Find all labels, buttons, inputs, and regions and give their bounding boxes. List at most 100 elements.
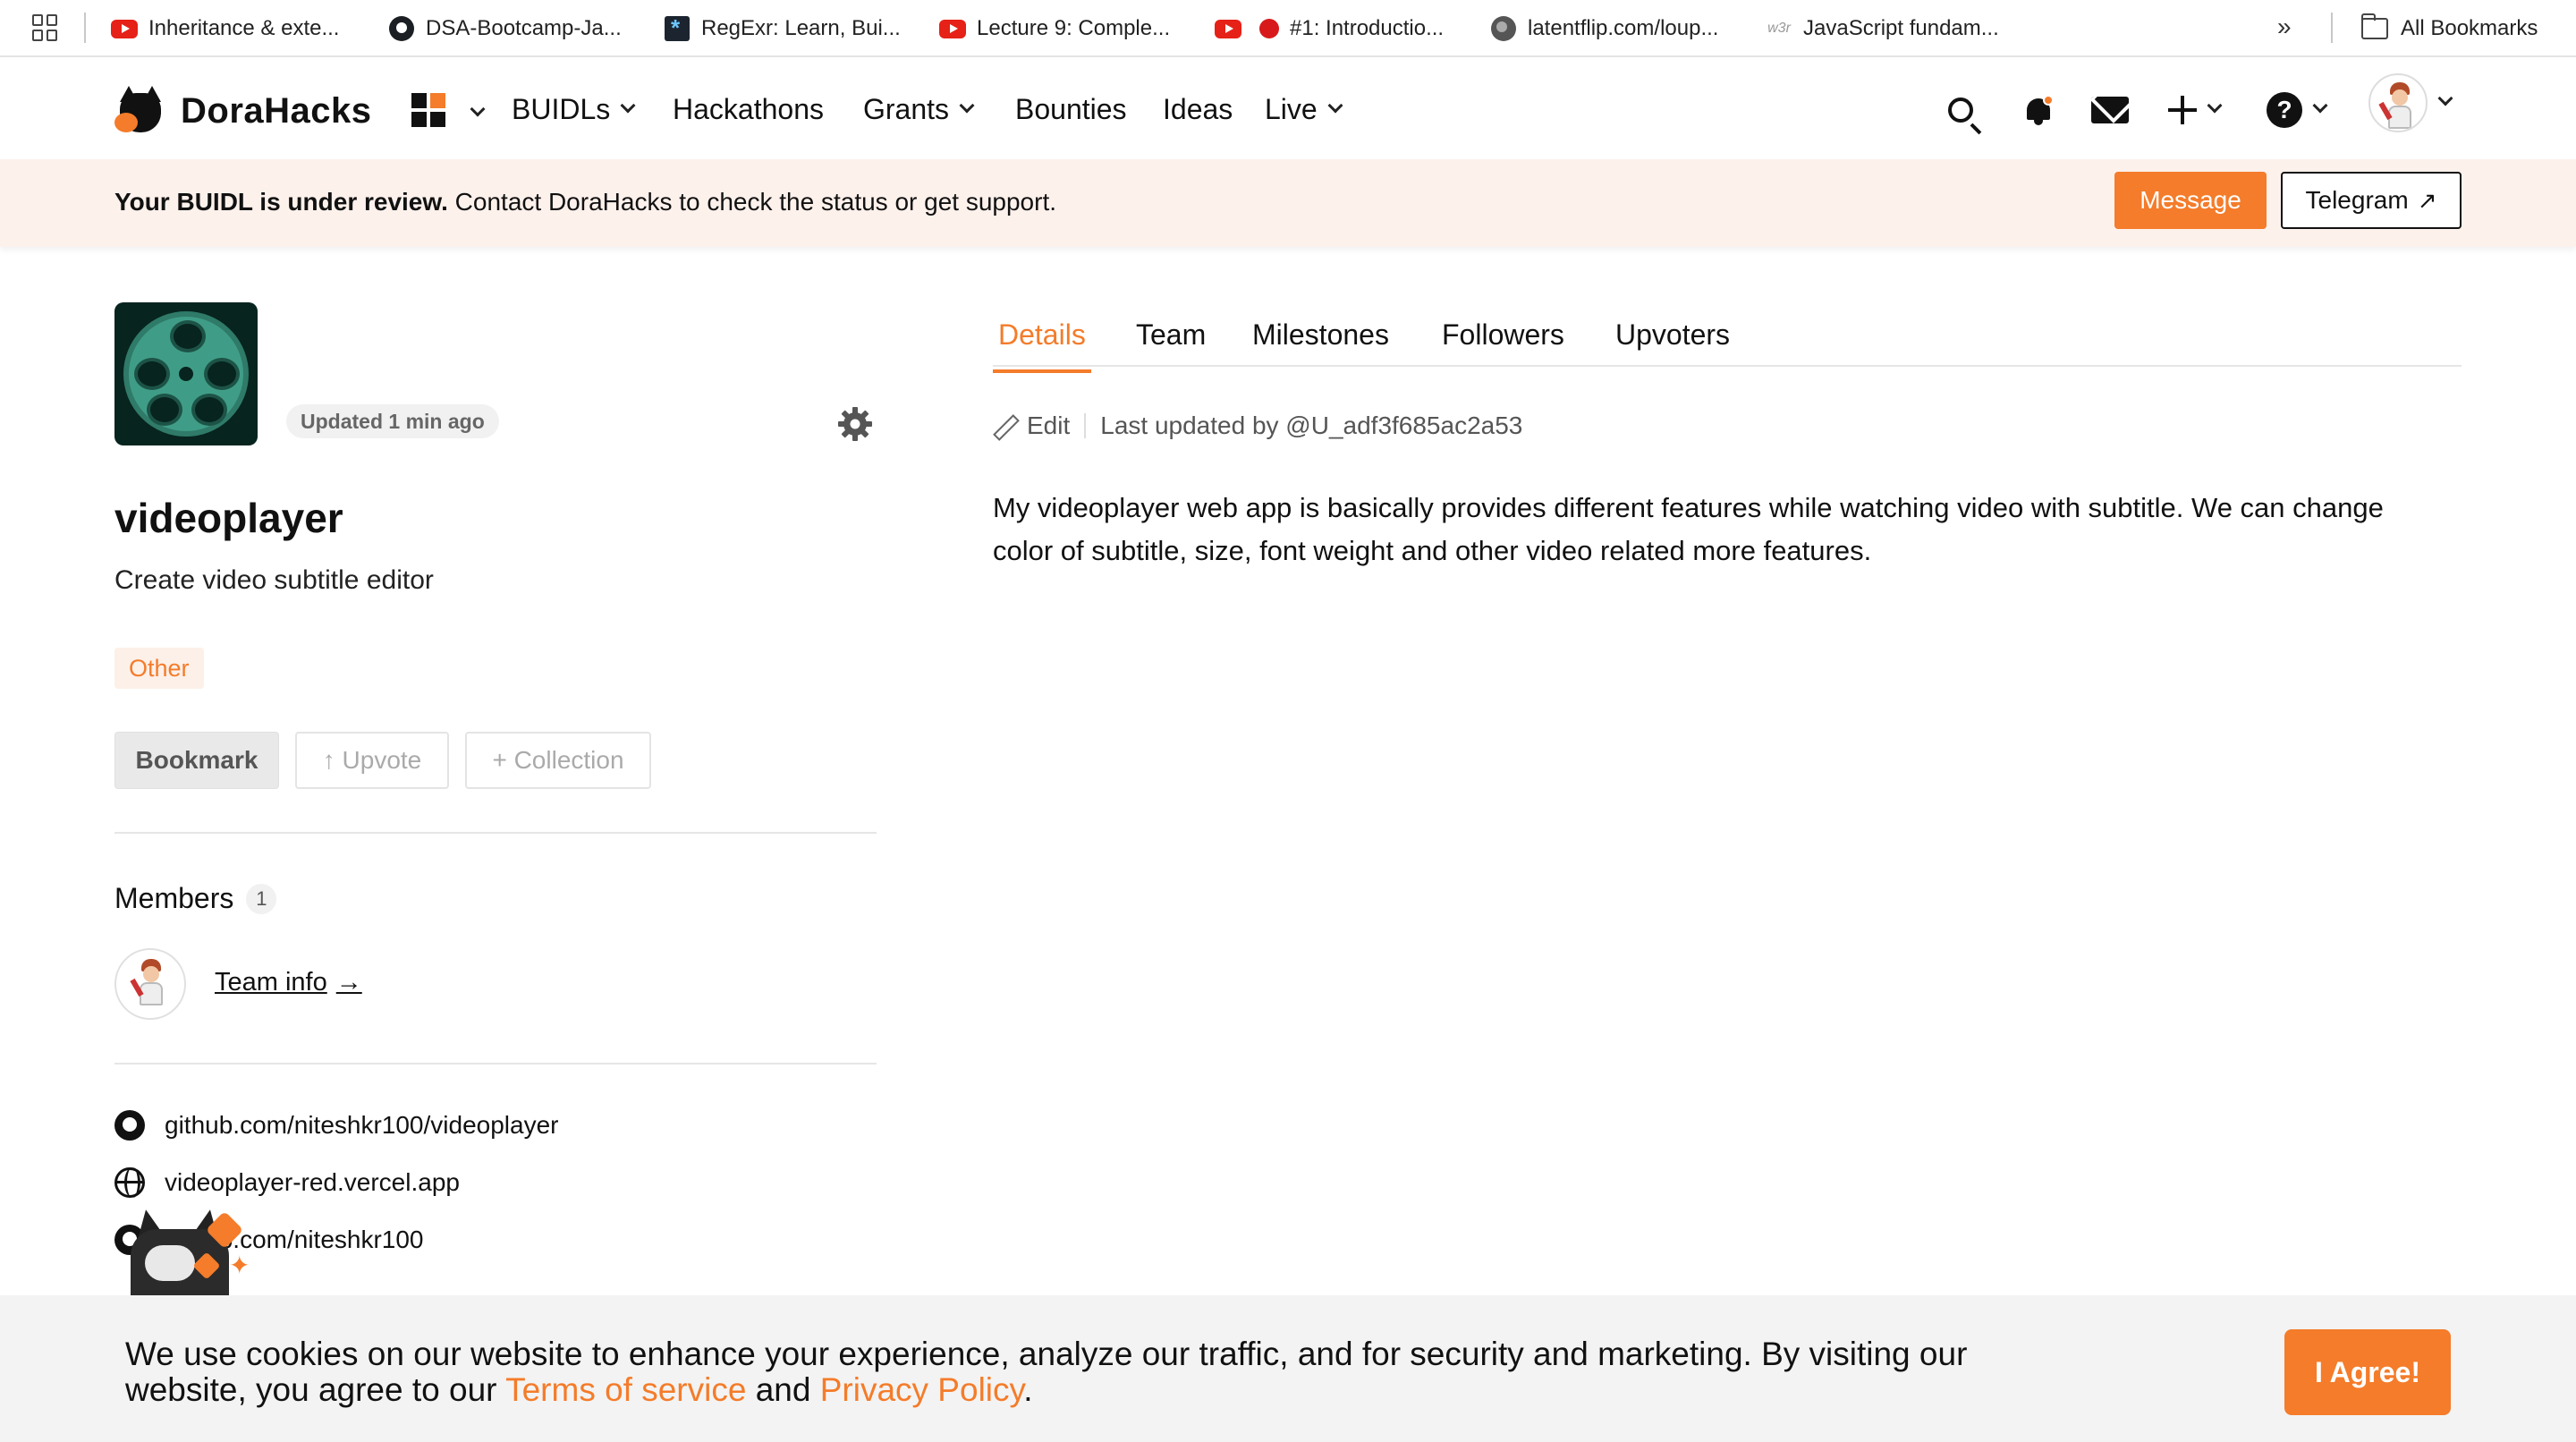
tab-details[interactable]: Details bbox=[993, 318, 1091, 373]
edit-row: Edit Last updated by @U_adf3f685ac2a53 bbox=[993, 411, 1522, 440]
members-heading: Members 1 bbox=[114, 882, 277, 915]
nav-buidls-label: BUIDLs bbox=[512, 93, 611, 125]
tab-team[interactable]: Team bbox=[1136, 318, 1206, 369]
upvote-button[interactable]: ↑ Upvote bbox=[295, 732, 449, 789]
bookmark-label: JavaScript fundam... bbox=[1803, 16, 1999, 40]
bookmark-item[interactable]: w3r JavaScript fundam... bbox=[1766, 11, 1999, 47]
last-updated-text: Last updated by @U_adf3f685ac2a53 bbox=[1100, 411, 1523, 439]
team-info-link[interactable]: Team info → bbox=[215, 968, 362, 997]
search-button[interactable] bbox=[1948, 88, 1973, 132]
record-dot-icon bbox=[1259, 19, 1279, 38]
bookmark-label: Lecture 9: Comple... bbox=[977, 16, 1171, 40]
project-title: videoplayer bbox=[114, 495, 343, 541]
w3r-icon: w3r bbox=[1767, 21, 1791, 36]
tab-followers[interactable]: Followers bbox=[1442, 318, 1564, 369]
message-button[interactable]: Message bbox=[2114, 172, 2267, 229]
nav-grants-label: Grants bbox=[863, 93, 950, 125]
external-link-icon: ↗ bbox=[2417, 186, 2437, 214]
youtube-icon bbox=[111, 15, 138, 42]
terms-link[interactable]: Terms of service bbox=[505, 1371, 746, 1408]
dorahacks-logo[interactable]: DoraHacks bbox=[114, 84, 372, 138]
nav-bounties[interactable]: Bounties bbox=[1015, 93, 1127, 126]
bookmark-item[interactable]: latentflip.com/loup... bbox=[1490, 11, 1718, 47]
pencil-icon[interactable] bbox=[993, 413, 1018, 438]
bookmark-item[interactable]: RegExr: Learn, Bui... bbox=[664, 11, 901, 47]
chevron-down-icon[interactable] bbox=[470, 101, 486, 117]
messages-button[interactable] bbox=[2091, 88, 2129, 132]
nav-bounties-label: Bounties bbox=[1015, 93, 1127, 125]
top-navigation: DoraHacks BUIDLs Hackathons Grants Bount… bbox=[0, 57, 2576, 159]
nav-grants[interactable]: Grants bbox=[863, 93, 975, 126]
section-divider bbox=[114, 1063, 877, 1065]
chevron-down-icon bbox=[2312, 98, 2328, 114]
products-grid-icon[interactable] bbox=[411, 93, 445, 127]
cookie-message: We use cookies on our website to enhance… bbox=[125, 1336, 1968, 1408]
notifications-button[interactable] bbox=[2025, 88, 2054, 132]
youtube-icon bbox=[1215, 15, 1241, 42]
help-menu-button[interactable]: ? bbox=[2267, 88, 2328, 132]
nav-live[interactable]: Live bbox=[1265, 93, 1343, 126]
bookmark-item[interactable]: Lecture 9: Comple... bbox=[939, 11, 1170, 47]
nav-hackathons[interactable]: Hackathons bbox=[673, 93, 824, 126]
bookmark-label: RegExr: Learn, Bui... bbox=[701, 16, 901, 40]
agree-button[interactable]: I Agree! bbox=[2284, 1329, 2451, 1415]
chevron-down-icon bbox=[959, 98, 975, 113]
chevron-down-icon bbox=[620, 98, 636, 113]
bookmark-label: #1: Introductio... bbox=[1290, 16, 1445, 40]
repo-link-text: github.com/niteshkr100/videoplayer bbox=[165, 1111, 559, 1139]
arrow-right-icon: → bbox=[335, 968, 362, 997]
bookmark-item[interactable]: #1: Introductio... bbox=[1215, 11, 1444, 47]
nav-live-label: Live bbox=[1265, 93, 1318, 125]
cookie-text: We use cookies on our website to enhance… bbox=[125, 1336, 2093, 1408]
gear-icon[interactable] bbox=[837, 406, 873, 442]
project-subtitle: Create video subtitle editor bbox=[114, 565, 434, 595]
globe-icon bbox=[1490, 15, 1517, 42]
privacy-link[interactable]: Privacy Policy bbox=[820, 1371, 1024, 1408]
nav-ideas-label: Ideas bbox=[1163, 93, 1233, 125]
members-count-badge: 1 bbox=[246, 883, 277, 914]
globe-icon bbox=[114, 1167, 145, 1198]
apps-grid-icon[interactable] bbox=[32, 14, 59, 41]
telegram-button[interactable]: Telegram ↗ bbox=[2281, 172, 2462, 229]
github-icon bbox=[114, 1110, 145, 1141]
tab-milestones[interactable]: Milestones bbox=[1252, 318, 1389, 369]
create-menu-button[interactable] bbox=[2168, 88, 2223, 132]
cookie-consent-bar: We use cookies on our website to enhance… bbox=[0, 1295, 2576, 1442]
bookmark-item[interactable]: Inheritance & exte... bbox=[111, 11, 339, 47]
more-bookmarks-icon[interactable]: » bbox=[2277, 13, 2291, 41]
category-tag[interactable]: Other bbox=[114, 648, 204, 689]
user-menu-button[interactable] bbox=[2368, 73, 2453, 132]
edit-divider bbox=[1084, 413, 1087, 438]
mail-icon bbox=[2091, 97, 2129, 123]
review-banner-text: Your BUIDL is under review. Contact Dora… bbox=[114, 188, 1056, 216]
tab-upvoters[interactable]: Upvoters bbox=[1615, 318, 1730, 369]
avatar[interactable] bbox=[114, 948, 186, 1020]
repo-link[interactable]: github.com/niteshkr100/videoplayer bbox=[114, 1107, 558, 1143]
github-icon bbox=[388, 15, 415, 42]
all-bookmarks-button[interactable]: All Bookmarks bbox=[2361, 11, 2538, 47]
nav-buidls[interactable]: BUIDLs bbox=[512, 93, 636, 126]
nav-ideas[interactable]: Ideas bbox=[1163, 93, 1233, 126]
add-collection-button[interactable]: + Collection bbox=[465, 732, 651, 789]
folder-icon bbox=[2361, 13, 2388, 39]
bookmarks-divider bbox=[2331, 13, 2333, 43]
bookmark-item[interactable]: DSA-Bootcamp-Ja... bbox=[388, 11, 622, 47]
edit-button[interactable]: Edit bbox=[1027, 411, 1070, 440]
youtube-icon bbox=[939, 15, 966, 42]
bookmark-label: Inheritance & exte... bbox=[148, 16, 340, 40]
bookmark-label: latentflip.com/loup... bbox=[1528, 16, 1719, 40]
website-link[interactable]: videoplayer-red.vercel.app bbox=[114, 1165, 460, 1200]
chevron-down-icon bbox=[1327, 98, 1343, 113]
project-logo bbox=[114, 302, 258, 445]
bell-icon bbox=[2025, 95, 2054, 125]
updated-badge: Updated 1 min ago bbox=[286, 404, 499, 438]
website-link-text: videoplayer-red.vercel.app bbox=[165, 1168, 460, 1196]
plus-icon bbox=[2168, 96, 2197, 124]
all-bookmarks-label: All Bookmarks bbox=[2401, 16, 2538, 40]
bookmark-label: DSA-Bootcamp-Ja... bbox=[426, 16, 622, 40]
regexr-icon bbox=[664, 14, 691, 42]
bookmark-button[interactable]: Bookmark bbox=[114, 732, 279, 789]
project-description: My videoplayer web app is basically prov… bbox=[993, 492, 2384, 566]
review-banner: Your BUIDL is under review. Contact Dora… bbox=[0, 159, 2576, 247]
film-reel-icon bbox=[123, 311, 249, 437]
